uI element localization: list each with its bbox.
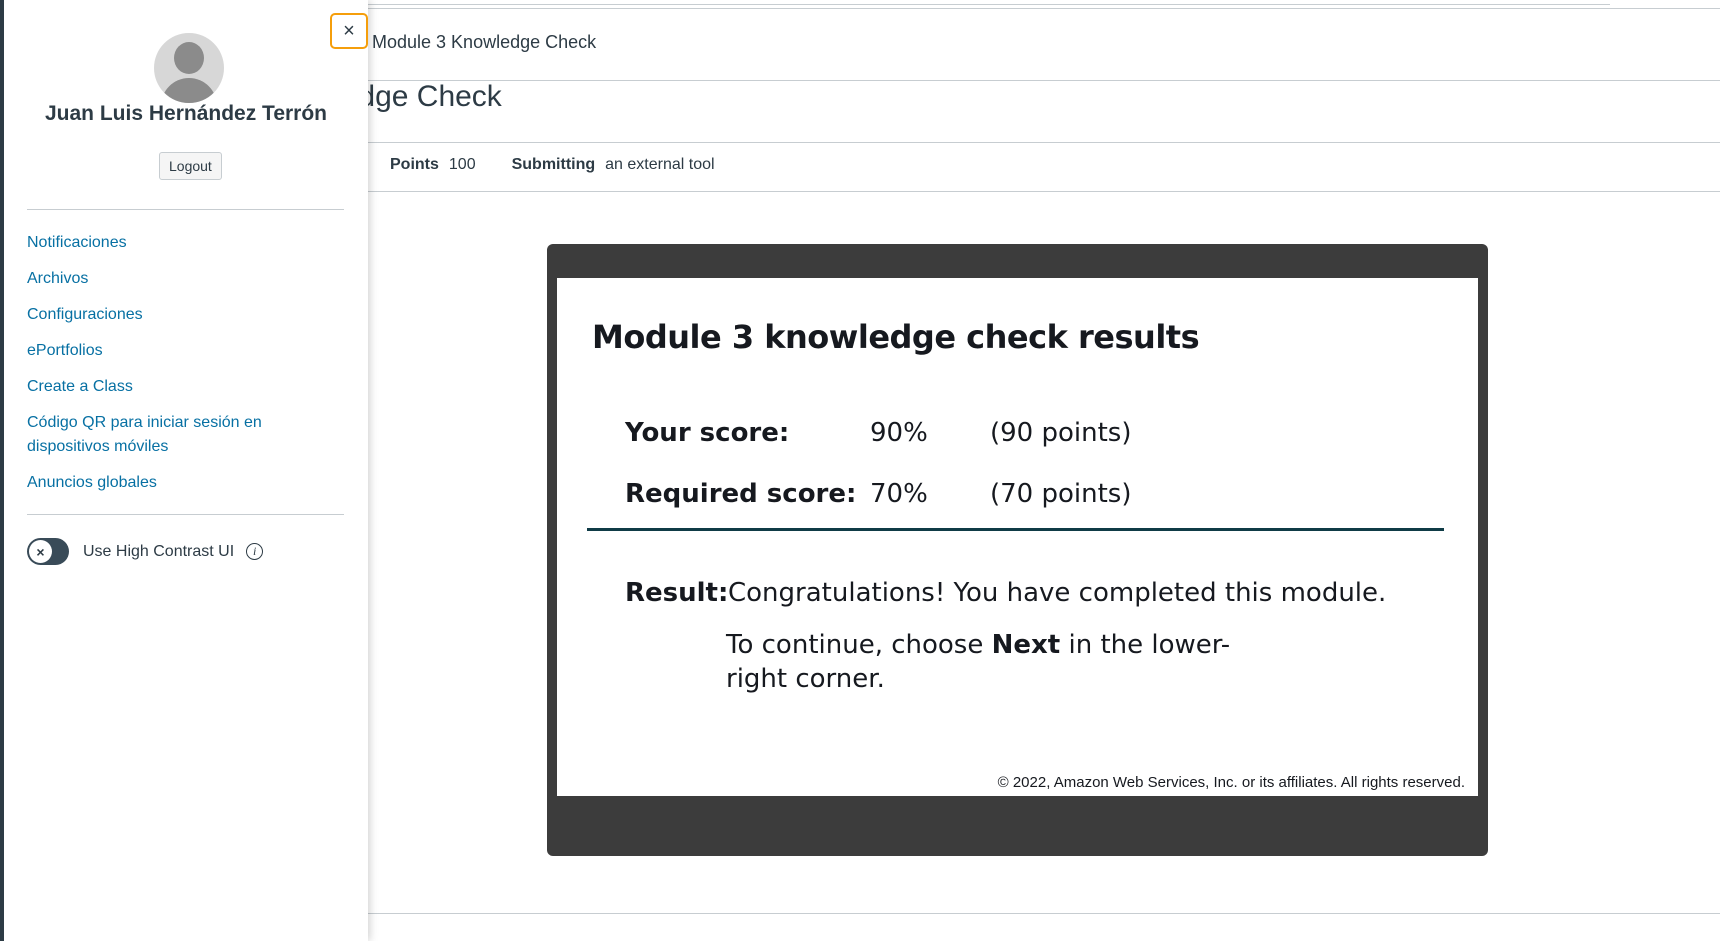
required-score-label: Required score: [625, 479, 857, 509]
continue-prefix: To continue, choose [726, 630, 992, 660]
link-eportfolios[interactable]: ePortfolios [27, 339, 347, 363]
submitting-info: Submitting an external tool [512, 156, 715, 174]
avatar-head [174, 42, 204, 74]
link-anuncios-globales[interactable]: Anuncios globales [27, 471, 347, 495]
submitting-label: Submitting [511, 156, 596, 173]
result-text: Congratulations! You have completed this… [728, 578, 1387, 608]
link-create-a-class[interactable]: Create a Class [27, 375, 347, 399]
avatar-body [161, 78, 217, 103]
link-qr-code-login[interactable]: Código QR para iniciar sesión en disposi… [27, 411, 347, 459]
close-tray-button[interactable]: × [330, 13, 368, 49]
external-tool-frame: Module 3 knowledge check results Your sc… [547, 244, 1488, 856]
close-icon: × [343, 19, 355, 42]
your-score-points: (90 points) [990, 418, 1132, 448]
result-label: Result: [625, 578, 729, 608]
high-contrast-label: Use High Contrast UI [83, 542, 235, 560]
your-score-label: Your score: [625, 418, 790, 448]
account-tray: × Juan Luis Hernández Terrón Logout Noti… [0, 0, 368, 941]
copyright-notice: © 2022, Amazon Web Services, Inc. or its… [997, 774, 1465, 791]
assignment-meta: Points 100 Submitting an external tool [390, 156, 715, 174]
required-score-percent: 70% [870, 479, 928, 509]
logout-button[interactable]: Logout [159, 152, 222, 180]
link-configuraciones[interactable]: Configuraciones [27, 303, 347, 327]
divider [27, 514, 344, 515]
avatar[interactable] [154, 33, 224, 103]
points-value: 100 [448, 156, 476, 173]
account-links: Notificaciones Archivos Configuraciones … [27, 231, 347, 507]
continue-instructions: To continue, choose Next in the lower-ri… [726, 628, 1286, 696]
toggle-off-icon: × [29, 540, 52, 563]
link-archivos[interactable]: Archivos [27, 267, 347, 291]
high-contrast-setting: × Use High Contrast UI i [27, 538, 264, 565]
points-label: Points [390, 156, 439, 173]
submitting-value: an external tool [605, 156, 715, 173]
link-notificaciones[interactable]: Notificaciones [27, 231, 347, 255]
breadcrumb[interactable]: Module 3 Knowledge Check [372, 32, 596, 53]
divider [27, 209, 344, 210]
high-contrast-toggle[interactable]: × [27, 538, 69, 565]
your-score-percent: 90% [870, 418, 928, 448]
knowledge-check-results: Module 3 knowledge check results Your sc… [557, 278, 1478, 796]
next-keyword: Next [991, 630, 1061, 660]
results-divider [587, 528, 1444, 531]
info-icon[interactable]: i [246, 543, 264, 560]
required-score-points: (70 points) [990, 479, 1132, 509]
results-title: Module 3 knowledge check results [592, 318, 1200, 356]
points-info: Points 100 [390, 156, 476, 174]
user-name: Juan Luis Hernández Terrón [45, 102, 327, 125]
